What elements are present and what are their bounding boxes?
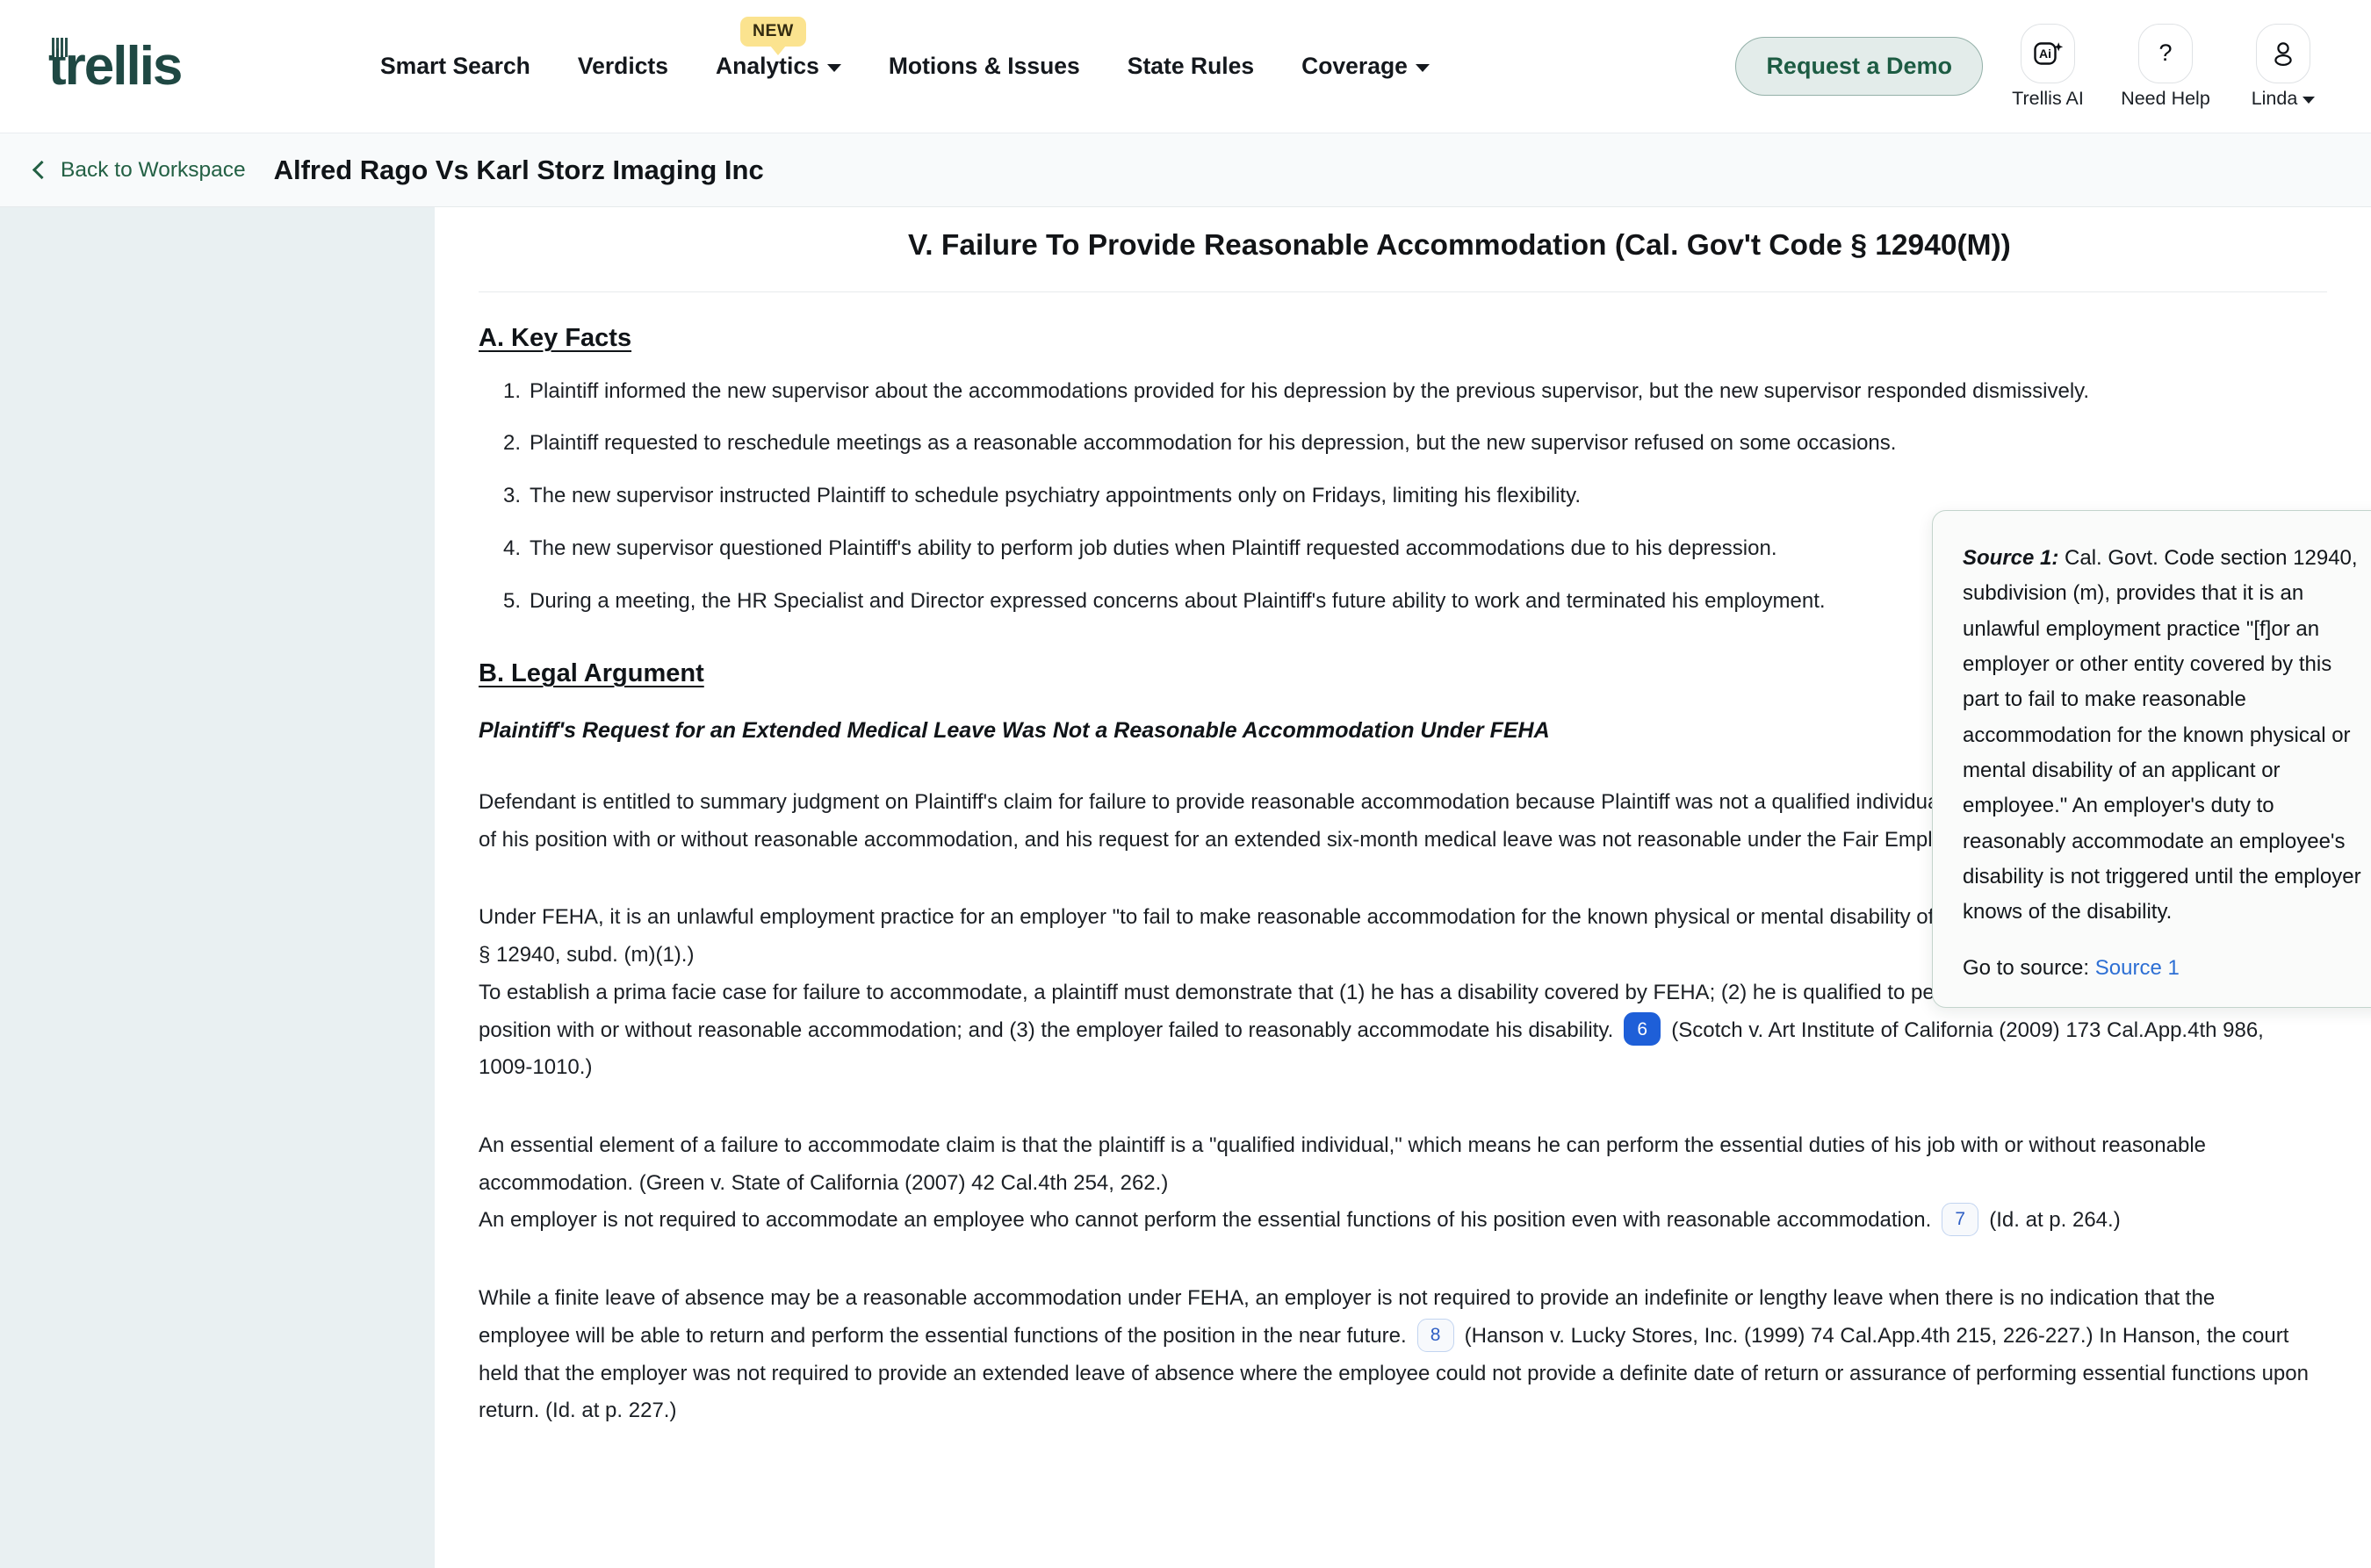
paragraph-5-text-a: An employer is not required to accommoda…: [479, 1208, 1932, 1233]
user-menu-label: Linda: [2252, 88, 2316, 110]
nav-item-smart-search[interactable]: Smart Search: [380, 53, 530, 80]
top-navigation-bar: trellis Smart Search Verdicts NEW Analyt…: [0, 0, 2371, 133]
nav-item-analytics[interactable]: NEW Analytics: [716, 17, 841, 80]
back-to-workspace-link[interactable]: Back to Workspace: [32, 157, 246, 183]
logo-wordmark: trellis: [48, 37, 183, 94]
list-number: 4.: [503, 536, 522, 560]
section-heading-key-facts: A. Key Facts: [479, 324, 632, 352]
nav-label: Verdicts: [577, 53, 668, 79]
heading-divider: [479, 291, 2327, 292]
paragraph-5: An employer is not required to accommoda…: [479, 1202, 2310, 1240]
popover-source-text: Cal. Govt. Code section 12940, subdivisi…: [1963, 546, 2361, 924]
need-help-button[interactable]: ? Need Help: [2113, 23, 2218, 110]
nav-item-state-rules[interactable]: State Rules: [1128, 53, 1254, 80]
citation-badge-8[interactable]: 8: [1416, 1318, 1454, 1352]
user-avatar-icon: [2256, 23, 2310, 83]
list-text: Plaintiff informed the new supervisor ab…: [530, 378, 2090, 403]
list-number: 5.: [503, 588, 522, 613]
citation-badge-6[interactable]: 6: [1624, 1012, 1661, 1047]
list-text: Plaintiff requested to reschedule meetin…: [530, 431, 1897, 456]
list-item: 2. Plaintiff requested to reschedule meet…: [479, 418, 2310, 471]
goto-label: Go to source:: [1963, 956, 2095, 981]
list-text: During a meeting, the HR Specialist and …: [530, 588, 1826, 613]
trellis-ai-icon: Ai: [2021, 23, 2075, 83]
list-number: 3.: [503, 484, 522, 508]
user-name: Linda: [2251, 87, 2298, 109]
nav-label: Coverage: [1301, 53, 1408, 79]
nav-actions: Request a Demo Ai Trellis AI ? Need Help: [1735, 23, 2336, 110]
nav-label: Analytics: [716, 53, 819, 79]
document-heading: V. Failure To Provide Reasonable Accommo…: [435, 207, 2310, 263]
list-text: The new supervisor questioned Plaintiff'…: [530, 536, 1777, 560]
nav-item-verdicts[interactable]: Verdicts: [578, 53, 668, 80]
page-title: Alfred Rago Vs Karl Storz Imaging Inc: [273, 154, 764, 185]
list-number: 1.: [503, 378, 522, 403]
document-heading-text: V. Failure To Provide Reasonable Accommo…: [908, 229, 2011, 262]
citation-badge-7[interactable]: 7: [1942, 1203, 1979, 1237]
trellis-ai-label: Trellis AI: [2012, 87, 2084, 109]
list-item: 1. Plaintiff informed the new supervisor …: [479, 365, 2310, 418]
user-menu-button[interactable]: Linda: [2230, 23, 2336, 110]
trellis-logo[interactable]: trellis: [48, 37, 347, 94]
nav-item-coverage[interactable]: Coverage: [1301, 53, 1430, 80]
popover-source-label: Source 1:: [1963, 546, 2059, 570]
popover-goto-row: Go to source: Source 1: [1963, 956, 2367, 981]
list-number: 2.: [503, 431, 522, 456]
back-label: Back to Workspace: [61, 157, 246, 182]
chevron-down-icon: [1415, 63, 1430, 72]
chevron-down-icon: [2303, 96, 2316, 104]
need-help-label: Need Help: [2121, 87, 2210, 109]
logo-mark-icon: [52, 37, 68, 57]
primary-nav: Smart Search Verdicts NEW Analytics Moti…: [380, 17, 1430, 80]
paragraph-5-text-b: (Id. at p. 264.): [1989, 1208, 2121, 1233]
request-demo-button[interactable]: Request a Demo: [1735, 37, 1983, 96]
left-sidebar-panel: [0, 207, 435, 1568]
source-popover: Source 1: Cal. Govt. Code section 12940,…: [1932, 510, 2371, 1009]
trellis-ai-button[interactable]: Ai Trellis AI: [1995, 23, 2101, 110]
logo-text: trellis: [48, 35, 183, 97]
breadcrumb: Back to Workspace Alfred Rago Vs Karl St…: [0, 133, 2371, 207]
nav-label: State Rules: [1127, 53, 1255, 79]
list-text: The new supervisor instructed Plaintiff …: [530, 484, 1581, 508]
new-badge: NEW: [740, 17, 806, 55]
document-viewer: V. Failure To Provide Reasonable Accommo…: [435, 207, 2371, 1568]
svg-text:?: ?: [2158, 40, 2172, 66]
svg-text:Ai: Ai: [2039, 47, 2051, 61]
chevron-down-icon: [826, 63, 841, 72]
chevron-left-icon: [32, 160, 52, 179]
question-mark-icon: ?: [2138, 23, 2193, 83]
popover-body: Source 1: Cal. Govt. Code section 12940,…: [1963, 541, 2367, 930]
paragraph-6: While a finite leave of absence may be a…: [479, 1280, 2310, 1430]
paragraph-4: An essential element of a failure to acc…: [479, 1133, 2206, 1195]
main-content-area: V. Failure To Provide Reasonable Accommo…: [0, 207, 2371, 1568]
goto-source-link[interactable]: Source 1: [2095, 956, 2180, 980]
nav-label: Motions & Issues: [888, 53, 1080, 79]
nav-item-motions-issues[interactable]: Motions & Issues: [889, 53, 1080, 80]
nav-label: Smart Search: [380, 53, 530, 79]
